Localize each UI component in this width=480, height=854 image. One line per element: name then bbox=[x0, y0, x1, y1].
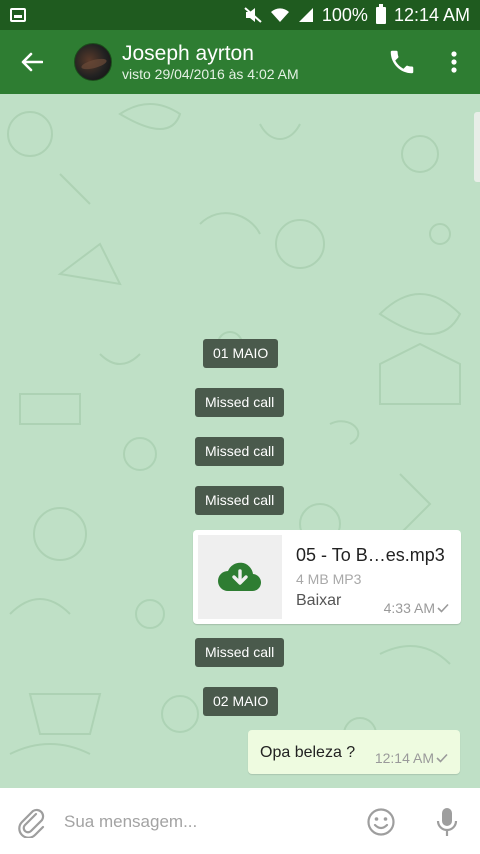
check-icon bbox=[436, 753, 448, 763]
message-time: 4:33 AM bbox=[384, 600, 449, 616]
download-link[interactable]: Baixar bbox=[296, 592, 341, 610]
missed-call-notice: Missed call bbox=[195, 437, 285, 466]
gallery-notification-icon bbox=[10, 8, 26, 22]
voice-record-button[interactable] bbox=[434, 806, 460, 838]
status-bar: 100% 12:14 AM bbox=[0, 0, 480, 30]
message-timestamp: 12:14 AM bbox=[374, 750, 434, 766]
message-input[interactable] bbox=[64, 806, 354, 838]
battery-percent: 100% bbox=[321, 4, 368, 25]
emoji-button[interactable] bbox=[366, 807, 396, 837]
message-time: 12:14 AM bbox=[375, 750, 448, 766]
date-separator: 02 MAIO bbox=[203, 687, 279, 716]
date-separator: 01 MAIO bbox=[203, 339, 279, 368]
file-download-thumb[interactable] bbox=[198, 535, 282, 619]
file-size: 4 MB MP3 bbox=[296, 571, 362, 587]
file-name: 05 - To B…es.mp3 bbox=[296, 545, 445, 565]
message-composer bbox=[0, 788, 480, 854]
message-text: Opa beleza ? bbox=[260, 744, 356, 761]
contact-name: Joseph ayrton bbox=[122, 41, 254, 65]
microphone-icon bbox=[436, 808, 458, 836]
missed-call-notice: Missed call bbox=[195, 486, 285, 515]
last-seen: visto 29/04/2016 às 4:02 AM bbox=[122, 65, 299, 82]
more-options-button[interactable] bbox=[436, 42, 472, 82]
scrollbar[interactable] bbox=[474, 112, 480, 182]
outgoing-message-bubble[interactable]: Opa beleza ? 12:14 AM bbox=[248, 730, 460, 774]
mute-icon bbox=[244, 7, 262, 23]
missed-call-notice: Missed call bbox=[195, 388, 285, 417]
back-button[interactable] bbox=[0, 30, 64, 94]
missed-call-notice: Missed call bbox=[195, 638, 285, 667]
arrow-back-icon bbox=[21, 52, 43, 72]
cloud-download-icon bbox=[218, 562, 262, 592]
more-vert-icon bbox=[451, 51, 457, 73]
chat-header: Joseph ayrton visto 29/04/2016 às 4:02 A… bbox=[0, 30, 480, 94]
paperclip-icon bbox=[18, 808, 45, 839]
call-button[interactable] bbox=[382, 42, 422, 82]
smiley-icon bbox=[367, 808, 395, 836]
battery-icon bbox=[375, 3, 386, 24]
attach-button[interactable] bbox=[16, 806, 48, 839]
contact-info[interactable]: Joseph ayrton visto 29/04/2016 às 4:02 A… bbox=[122, 42, 299, 82]
signal-icon bbox=[298, 8, 313, 22]
file-message-bubble[interactable]: 05 - To B…es.mp3 4 MB MP3 Baixar 4:33 AM bbox=[193, 530, 461, 624]
status-indicators: 100% 12:14 AM bbox=[244, 3, 470, 26]
check-icon bbox=[437, 603, 449, 613]
avatar[interactable] bbox=[74, 43, 112, 81]
status-time: 12:14 AM bbox=[393, 4, 470, 25]
phone-icon bbox=[390, 50, 414, 74]
wifi-icon bbox=[270, 8, 289, 22]
message-timestamp: 4:33 AM bbox=[383, 600, 435, 616]
